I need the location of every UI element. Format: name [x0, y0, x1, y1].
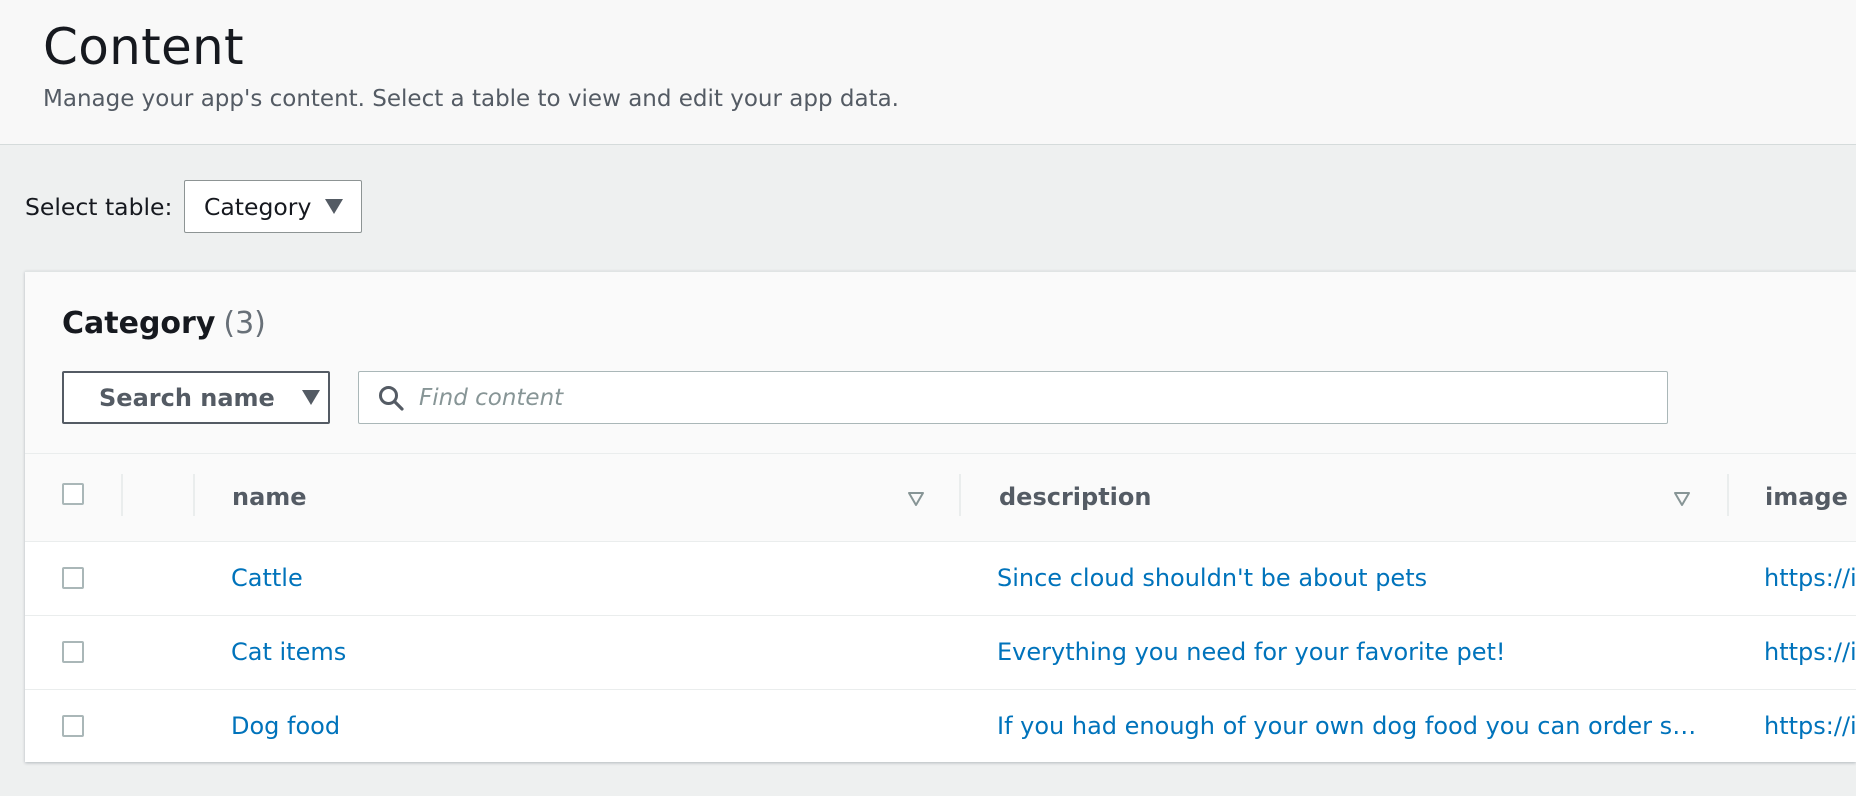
- sort-down-icon[interactable]: [1673, 490, 1691, 508]
- content-table-card: Category(3) Search name name description: [25, 271, 1856, 762]
- sort-down-icon[interactable]: [907, 490, 925, 508]
- cell-name[interactable]: Cat items: [231, 616, 931, 689]
- search-input[interactable]: [417, 383, 1621, 412]
- row-checkbox[interactable]: [62, 567, 84, 589]
- content-table: name description image Cattle Since clou…: [25, 453, 1856, 762]
- card-title-text: Category: [62, 306, 216, 341]
- search-property-select[interactable]: Search name: [62, 371, 330, 424]
- search-icon: [379, 385, 404, 411]
- search-property-label: Search name: [99, 383, 275, 412]
- table-select-dropdown[interactable]: Category: [184, 180, 362, 233]
- cell-description[interactable]: Everything you need for your favorite pe…: [997, 616, 1697, 689]
- column-divider: [193, 474, 195, 516]
- cell-description[interactable]: If you had enough of your own dog food y…: [997, 690, 1697, 762]
- cell-image[interactable]: https://i: [1764, 690, 1856, 762]
- column-divider: [959, 474, 961, 516]
- caret-down-icon: [325, 199, 344, 214]
- page-title: Content: [43, 18, 244, 76]
- row-checkbox[interactable]: [62, 641, 84, 663]
- table-row: Dog food If you had enough of your own d…: [25, 690, 1856, 762]
- row-checkbox[interactable]: [62, 715, 84, 737]
- table-header-row: name description image: [25, 454, 1856, 542]
- cell-name[interactable]: Cattle: [231, 542, 931, 615]
- page-description: Manage your app's content. Select a tabl…: [43, 86, 899, 112]
- caret-down-icon: [301, 390, 320, 405]
- search-box[interactable]: [358, 371, 1668, 424]
- column-header-name[interactable]: name: [232, 454, 307, 541]
- cell-name[interactable]: Dog food: [231, 690, 931, 762]
- cell-description[interactable]: Since cloud shouldn't be about pets: [997, 542, 1697, 615]
- table-row: Cattle Since cloud shouldn't be about pe…: [25, 542, 1856, 616]
- column-header-image[interactable]: image: [1765, 454, 1848, 541]
- column-divider: [121, 474, 123, 516]
- select-table-label: Select table:: [25, 193, 173, 221]
- page-header: Content Manage your app's content. Selec…: [0, 0, 1856, 145]
- item-count: (3): [223, 306, 266, 341]
- column-header-description[interactable]: description: [999, 454, 1151, 541]
- card-title: Category (3): [62, 304, 266, 344]
- table-row: Cat items Everything you need for your f…: [25, 616, 1856, 690]
- table-select-value: Category: [204, 192, 312, 221]
- cell-image[interactable]: https://i: [1764, 542, 1856, 615]
- cell-image[interactable]: https://i: [1764, 616, 1856, 689]
- select-all-checkbox[interactable]: [62, 483, 84, 505]
- column-divider: [1727, 474, 1729, 516]
